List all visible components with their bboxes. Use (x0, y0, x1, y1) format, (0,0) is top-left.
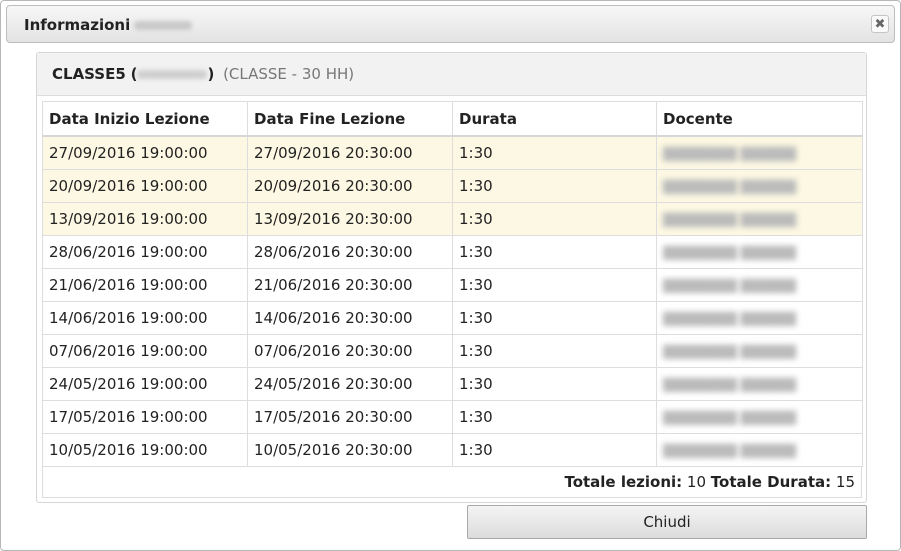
cell-end-date: 27/09/2016 20:30:00 (247, 135, 453, 170)
redacted-teacher-name: ████████ ██████ (663, 279, 797, 293)
cell-start-date: 24/05/2016 19:00:00 (42, 367, 248, 401)
cell-teacher-redacted: ████████ ██████ (656, 334, 863, 368)
redacted-teacher-name: ████████ ██████ (663, 312, 797, 326)
total-duration-value: 15 (835, 473, 855, 491)
cell-duration: 1:30 (452, 400, 657, 434)
cell-teacher-redacted: ████████ ██████ (656, 268, 863, 302)
table-row: 20/09/2016 19:00:00 20/09/2016 20:30:00 1:… (42, 169, 863, 203)
totals-row: Totale lezioni: 10 Totale Durata: 15 (42, 466, 862, 498)
cell-duration: 1:30 (452, 268, 657, 302)
cell-duration: 1:30 (452, 169, 657, 203)
cell-start-date: 27/09/2016 19:00:00 (42, 135, 248, 170)
cell-teacher-redacted: ████████ ██████ (656, 169, 863, 203)
total-duration-label: Totale Durata: (710, 473, 832, 491)
cell-end-date: 14/06/2016 20:30:00 (247, 301, 453, 335)
header-teacher[interactable]: Docente (656, 101, 863, 137)
cell-start-date: 17/05/2016 19:00:00 (42, 400, 248, 434)
header-duration[interactable]: Durata (452, 101, 657, 137)
redacted-teacher-name: ████████ ██████ (663, 444, 797, 458)
cell-end-date: 20/09/2016 20:30:00 (247, 169, 453, 203)
table-row: 27/09/2016 19:00:00 27/09/2016 20:30:00 1:… (42, 135, 863, 170)
cell-end-date: 21/06/2016 20:30:00 (247, 268, 453, 302)
cell-end-date: 13/09/2016 20:30:00 (247, 202, 453, 236)
redacted-teacher-name: ████████ ██████ (663, 180, 797, 194)
table-row: 28/06/2016 19:00:00 28/06/2016 20:30:00 1:… (42, 235, 863, 269)
table-row: 17/05/2016 19:00:00 17/05/2016 20:30:00 1:… (42, 400, 863, 434)
cell-duration: 1:30 (452, 135, 657, 170)
cell-duration: 1:30 (452, 334, 657, 368)
cell-teacher-redacted: ████████ ██████ (656, 235, 863, 269)
total-lessons-value: 10 (686, 473, 707, 491)
header-end-date[interactable]: Data Fine Lezione (247, 101, 453, 137)
open-paren: ( (130, 65, 138, 83)
cell-start-date: 13/09/2016 19:00:00 (42, 202, 248, 236)
cell-end-date: 07/06/2016 20:30:00 (247, 334, 453, 368)
redacted-teacher-name: ████████ ██████ (663, 411, 797, 425)
table-row: 21/06/2016 19:00:00 21/06/2016 20:30:00 1:… (42, 268, 863, 302)
close-button[interactable]: Chiudi (467, 505, 867, 539)
class-name: CLASSE5 (52, 65, 126, 83)
table-header-row: Data Inizio Lezione Data Fine Lezione Du… (42, 101, 863, 137)
redacted-contact-name (134, 21, 193, 30)
lessons-table: Data Inizio Lezione Data Fine Lezione Du… (42, 101, 863, 467)
redacted-class-code (137, 70, 208, 79)
dialog-title: Informazioni (24, 16, 193, 34)
table-row: 24/05/2016 19:00:00 24/05/2016 20:30:00 1:… (42, 367, 863, 401)
cell-start-date: 28/06/2016 19:00:00 (42, 235, 248, 269)
cell-teacher-redacted: ████████ ██████ (656, 400, 863, 434)
panel-header: CLASSE5 () (CLASSE - 30 HH) (37, 53, 866, 96)
cell-start-date: 07/06/2016 19:00:00 (42, 334, 248, 368)
cell-teacher-redacted: ████████ ██████ (656, 135, 863, 170)
cell-end-date: 24/05/2016 20:30:00 (247, 367, 453, 401)
close-icon[interactable]: ✖ (871, 15, 889, 33)
redacted-teacher-name: ████████ ██████ (663, 147, 797, 161)
dialog-titlebar[interactable]: Informazioni ✖ (6, 5, 895, 43)
cell-teacher-redacted: ████████ ██████ (656, 367, 863, 401)
cell-end-date: 28/06/2016 20:30:00 (247, 235, 453, 269)
class-panel: CLASSE5 () (CLASSE - 30 HH) Data Inizio … (36, 52, 867, 503)
cell-teacher-redacted: ████████ ██████ (656, 433, 863, 467)
table-row: 07/06/2016 19:00:00 07/06/2016 20:30:00 1:… (42, 334, 863, 368)
table-row: 14/06/2016 19:00:00 14/06/2016 20:30:00 1:… (42, 301, 863, 335)
redacted-teacher-name: ████████ ██████ (663, 345, 797, 359)
cell-teacher-redacted: ████████ ██████ (656, 301, 863, 335)
table-row: 13/09/2016 19:00:00 13/09/2016 20:30:00 1:… (42, 202, 863, 236)
redacted-teacher-name: ████████ ██████ (663, 246, 797, 260)
cell-start-date: 14/06/2016 19:00:00 (42, 301, 248, 335)
close-paren: ) (207, 65, 215, 83)
redacted-teacher-name: ████████ ██████ (663, 213, 797, 227)
cell-end-date: 17/05/2016 20:30:00 (247, 400, 453, 434)
dialog-title-text: Informazioni (24, 16, 131, 34)
header-start-date[interactable]: Data Inizio Lezione (42, 101, 248, 137)
table-row: 10/05/2016 19:00:00 10/05/2016 20:30:00 1:… (42, 433, 863, 467)
total-lessons-label: Totale lezioni: (564, 473, 683, 491)
cell-start-date: 10/05/2016 19:00:00 (42, 433, 248, 467)
panel-heading: CLASSE5 () (CLASSE - 30 HH) (52, 65, 354, 83)
cell-duration: 1:30 (452, 202, 657, 236)
cell-teacher-redacted: ████████ ██████ (656, 202, 863, 236)
info-dialog: Informazioni ✖ CLASSE5 () (CLASSE - 30 H… (0, 0, 901, 551)
cell-duration: 1:30 (452, 235, 657, 269)
cell-start-date: 21/06/2016 19:00:00 (42, 268, 248, 302)
cell-end-date: 10/05/2016 20:30:00 (247, 433, 453, 467)
cell-duration: 1:30 (452, 301, 657, 335)
class-subtitle: (CLASSE - 30 HH) (223, 65, 355, 83)
redacted-teacher-name: ████████ ██████ (663, 378, 797, 392)
cell-start-date: 20/09/2016 19:00:00 (42, 169, 248, 203)
cell-duration: 1:30 (452, 433, 657, 467)
cell-duration: 1:30 (452, 367, 657, 401)
